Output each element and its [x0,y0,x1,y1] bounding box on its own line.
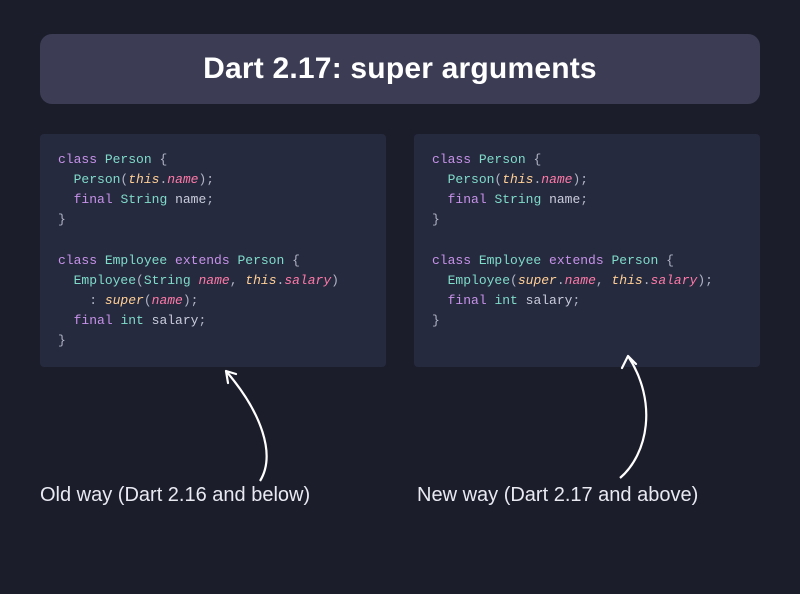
arrow-left-icon [214,357,294,487]
captions-row: Old way (Dart 2.16 and below) New way (D… [0,484,800,507]
caption-old: Old way (Dart 2.16 and below) [40,484,383,507]
type-person: Person [105,152,152,167]
kw-class: class [58,152,97,167]
code-panel-new: class Person { Person(this.name); final … [414,134,760,367]
caption-new: New way (Dart 2.17 and above) [411,484,760,507]
code-panels: class Person { Person(this.name); final … [40,134,760,367]
title-banner: Dart 2.17: super arguments [40,34,760,104]
code-panel-old: class Person { Person(this.name); final … [40,134,386,367]
page-title: Dart 2.17: super arguments [60,52,740,86]
